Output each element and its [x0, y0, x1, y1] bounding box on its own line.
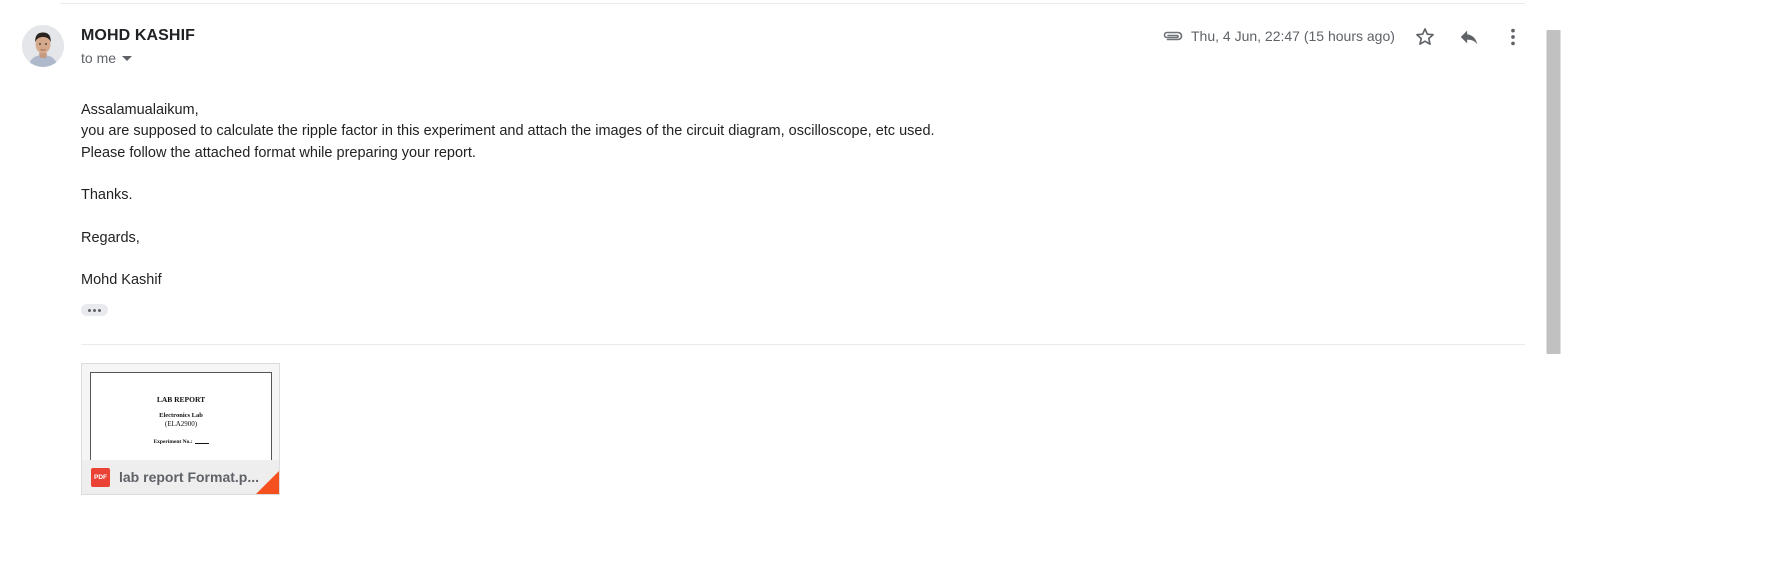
message-body: Assalamualaikum, you are supposed to cal… [81, 100, 935, 292]
ellipsis-dot [93, 308, 96, 312]
sender-name[interactable]: MOHD KASHIF [81, 27, 195, 45]
message-date[interactable]: Thu, 4 Jun, 22:47 (15 hours ago) [1191, 28, 1395, 44]
more-options-button[interactable] [1500, 24, 1526, 50]
attachment-preview[interactable]: LAB REPORT Electronics Lab (ELA2900) Exp… [90, 372, 272, 460]
attachment-footer[interactable]: PDF lab report Format.p... [82, 460, 279, 494]
preview-course-code: (ELA2900) [164, 420, 198, 428]
recipient-label: to me [81, 50, 117, 66]
preview-experiment-label: Experiment No.: [91, 439, 271, 445]
body-signature: Mohd Kashif [81, 272, 162, 289]
body-greeting: Assalamualaikum, [81, 102, 199, 118]
attachment-card[interactable]: LAB REPORT Electronics Lab (ELA2900) Exp… [81, 363, 280, 495]
body-line: Please follow the attached format while … [81, 144, 476, 161]
paperclip-icon [1162, 27, 1184, 43]
preview-subtitle: Electronics Lab [159, 412, 203, 419]
attachments-divider [81, 344, 1525, 345]
reply-button[interactable] [1456, 24, 1482, 50]
body-line: you are supposed to calculate the ripple… [81, 123, 935, 140]
body-spacer [81, 164, 935, 185]
pdf-icon: PDF [91, 467, 110, 487]
top-divider [60, 3, 1525, 4]
sender-avatar[interactable] [22, 25, 64, 67]
attachment-file-name[interactable]: lab report Format.p... [119, 469, 259, 485]
ellipsis-dot [88, 308, 91, 312]
star-button[interactable] [1412, 24, 1438, 50]
body-thanks: Thanks. [81, 187, 133, 204]
body-spacer [81, 206, 935, 227]
body-regards: Regards, [81, 229, 140, 246]
star-icon [1416, 28, 1434, 45]
page-corner-fold-icon [256, 471, 279, 494]
reply-icon [1460, 30, 1478, 45]
vertical-scrollbar-thumb[interactable] [1546, 30, 1561, 354]
chevron-down-icon[interactable] [122, 56, 133, 61]
more-vert-icon [1511, 28, 1515, 46]
ellipsis-dot [98, 308, 101, 312]
recipient-details-toggle[interactable]: to me [81, 50, 133, 66]
preview-title: LAB REPORT [156, 395, 206, 404]
body-spacer [81, 249, 935, 270]
show-trimmed-content-button[interactable] [81, 304, 108, 316]
